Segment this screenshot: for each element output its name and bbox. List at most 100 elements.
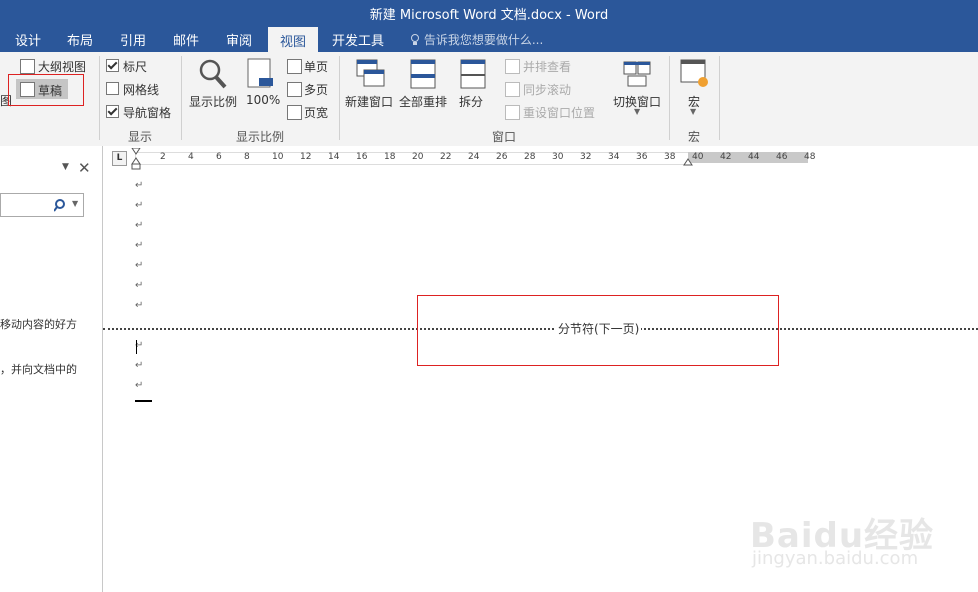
draft-view-label: 草稿: [38, 84, 63, 98]
paragraph-mark: ↵: [135, 180, 144, 191]
tell-me-text: 告诉我您想要做什么...: [423, 33, 544, 47]
text-cursor: [136, 340, 137, 354]
new-window-icon: [356, 59, 385, 87]
separator: [181, 56, 182, 140]
group-label-macros: 宏: [688, 130, 701, 144]
paragraph-mark: ↵: [135, 240, 144, 251]
ruler-tick-label: 10: [272, 152, 284, 162]
side-by-side-button[interactable]: 并排查看: [523, 58, 571, 75]
ruler-tick-label: 6: [216, 152, 222, 162]
ruler-tick-label: 24: [468, 152, 480, 162]
ruler-label: 标尺: [123, 60, 148, 74]
nav-search-input[interactable]: ▼: [0, 193, 84, 217]
separator: [339, 56, 340, 140]
pane-options-chevron-icon[interactable]: ▼: [62, 162, 69, 172]
tab-selector[interactable]: L: [112, 151, 127, 166]
ruler-tick-label: 14: [328, 152, 340, 162]
draft-view-icon: [20, 82, 35, 97]
draft-view-button[interactable]: 草稿: [16, 79, 68, 99]
tab-mailings[interactable]: 邮件: [173, 30, 199, 49]
multi-page-icon: [287, 82, 302, 97]
switch-windows-icon: [623, 61, 651, 87]
separator: [669, 56, 670, 140]
close-pane-icon[interactable]: ✕: [78, 159, 91, 177]
ruler-tick-label: 42: [720, 152, 732, 162]
paragraph-mark: ↵: [135, 360, 144, 371]
ruler-tick-label: 44: [748, 152, 760, 162]
macros-icon: [680, 59, 708, 87]
group-label-show: 显示: [128, 130, 153, 144]
ruler-tick-label: 40: [692, 152, 704, 162]
separator: [99, 56, 100, 140]
page-width-button[interactable]: 页宽: [304, 104, 328, 121]
ruler-tick-label: 8: [244, 152, 250, 162]
paragraph-mark: ↵: [135, 220, 144, 231]
indent-marker-icon[interactable]: [131, 148, 141, 170]
end-of-document-mark: [135, 400, 152, 402]
split-button[interactable]: 拆分: [459, 93, 483, 110]
ruler-tick-label: 26: [496, 152, 508, 162]
sync-scroll-button[interactable]: 同步滚动: [523, 81, 571, 98]
outline-view-icon: [20, 59, 35, 74]
tab-design[interactable]: 设计: [15, 30, 41, 49]
nav-pane-text-1: 移动内容的好方: [0, 318, 77, 331]
one-page-button[interactable]: 单页: [304, 58, 328, 75]
page-width-icon: [287, 105, 302, 120]
outline-view-button[interactable]: 大纲视图: [38, 58, 86, 75]
ruler-tick-label: 18: [384, 152, 396, 162]
zoom-button[interactable]: 显示比例: [189, 93, 237, 110]
group-label-zoom: 显示比例: [236, 130, 285, 144]
paragraph-mark: ↵: [135, 260, 144, 271]
side-by-side-icon: [505, 59, 520, 74]
one-page-icon: [287, 59, 302, 74]
lightbulb-icon: [411, 34, 419, 45]
reset-position-icon: [505, 105, 520, 120]
ruler-tick-label: 12: [300, 152, 312, 162]
ruler-tick-label: 22: [440, 152, 452, 162]
ruler-tick-label: 48: [804, 152, 816, 162]
ruler-tick-label: 38: [664, 152, 676, 162]
nav-pane-checkbox[interactable]: [106, 105, 119, 118]
reset-position-button[interactable]: 重设窗口位置: [523, 104, 595, 121]
sync-scroll-icon: [505, 82, 520, 97]
switch-windows-chevron-icon[interactable]: ▼: [634, 107, 640, 116]
window-title: 新建 Microsoft Word 文档.docx - Word: [369, 8, 609, 23]
search-icon: [54, 199, 65, 212]
new-window-button[interactable]: 新建窗口: [345, 93, 393, 110]
ruler-tick-label: 28: [524, 152, 536, 162]
tab-layout[interactable]: 布局: [67, 30, 93, 49]
tab-developer[interactable]: 开发工具: [332, 30, 384, 49]
nav-pane-label: 导航窗格: [123, 106, 172, 120]
arrange-all-button[interactable]: 全部重排: [399, 93, 447, 110]
macros-chevron-icon[interactable]: ▼: [690, 107, 696, 116]
split-icon: [460, 59, 486, 89]
zoom-magnifier-icon: [199, 59, 227, 89]
highlight-box-section-break: [417, 295, 779, 366]
search-options-chevron-icon[interactable]: ▼: [72, 199, 78, 208]
zoom-100-icon: [247, 58, 273, 88]
arrange-all-icon: [410, 59, 436, 89]
gridlines-label: 网格线: [123, 83, 160, 97]
paragraph-mark: ↵: [135, 300, 144, 311]
multi-page-button[interactable]: 多页: [304, 81, 328, 98]
ruler-tick-label: 4: [188, 152, 194, 162]
ruler-tick-label: 2: [160, 152, 166, 162]
ruler-tick-label: 20: [412, 152, 424, 162]
paragraph-mark: ↵: [135, 280, 144, 291]
ruler-tick-label: 46: [776, 152, 788, 162]
watermark-url: jingyan.baidu.com: [752, 548, 919, 569]
tab-references[interactable]: 引用: [120, 30, 146, 49]
tab-review[interactable]: 审阅: [226, 30, 252, 49]
nav-pane-text-2: ，并向文档中的: [0, 363, 77, 376]
ruler-checkbox[interactable]: [106, 59, 119, 72]
tell-me-box[interactable]: 告诉我您想要做什么...: [410, 31, 543, 48]
ruler-tick-label: 30: [552, 152, 564, 162]
ruler-tick-label: 34: [608, 152, 620, 162]
ruler-tick-label: 32: [580, 152, 592, 162]
group-label-window: 窗口: [492, 130, 517, 144]
gridlines-checkbox[interactable]: [106, 82, 119, 95]
ruler-tick-label: 36: [636, 152, 648, 162]
paragraph-mark: ↵: [135, 380, 144, 391]
zoom-100-button[interactable]: 100%: [246, 93, 280, 107]
ribbon-tabs: 设计 布局 引用 邮件 审阅 视图 开发工具 告诉我您想要做什么...: [0, 24, 978, 56]
